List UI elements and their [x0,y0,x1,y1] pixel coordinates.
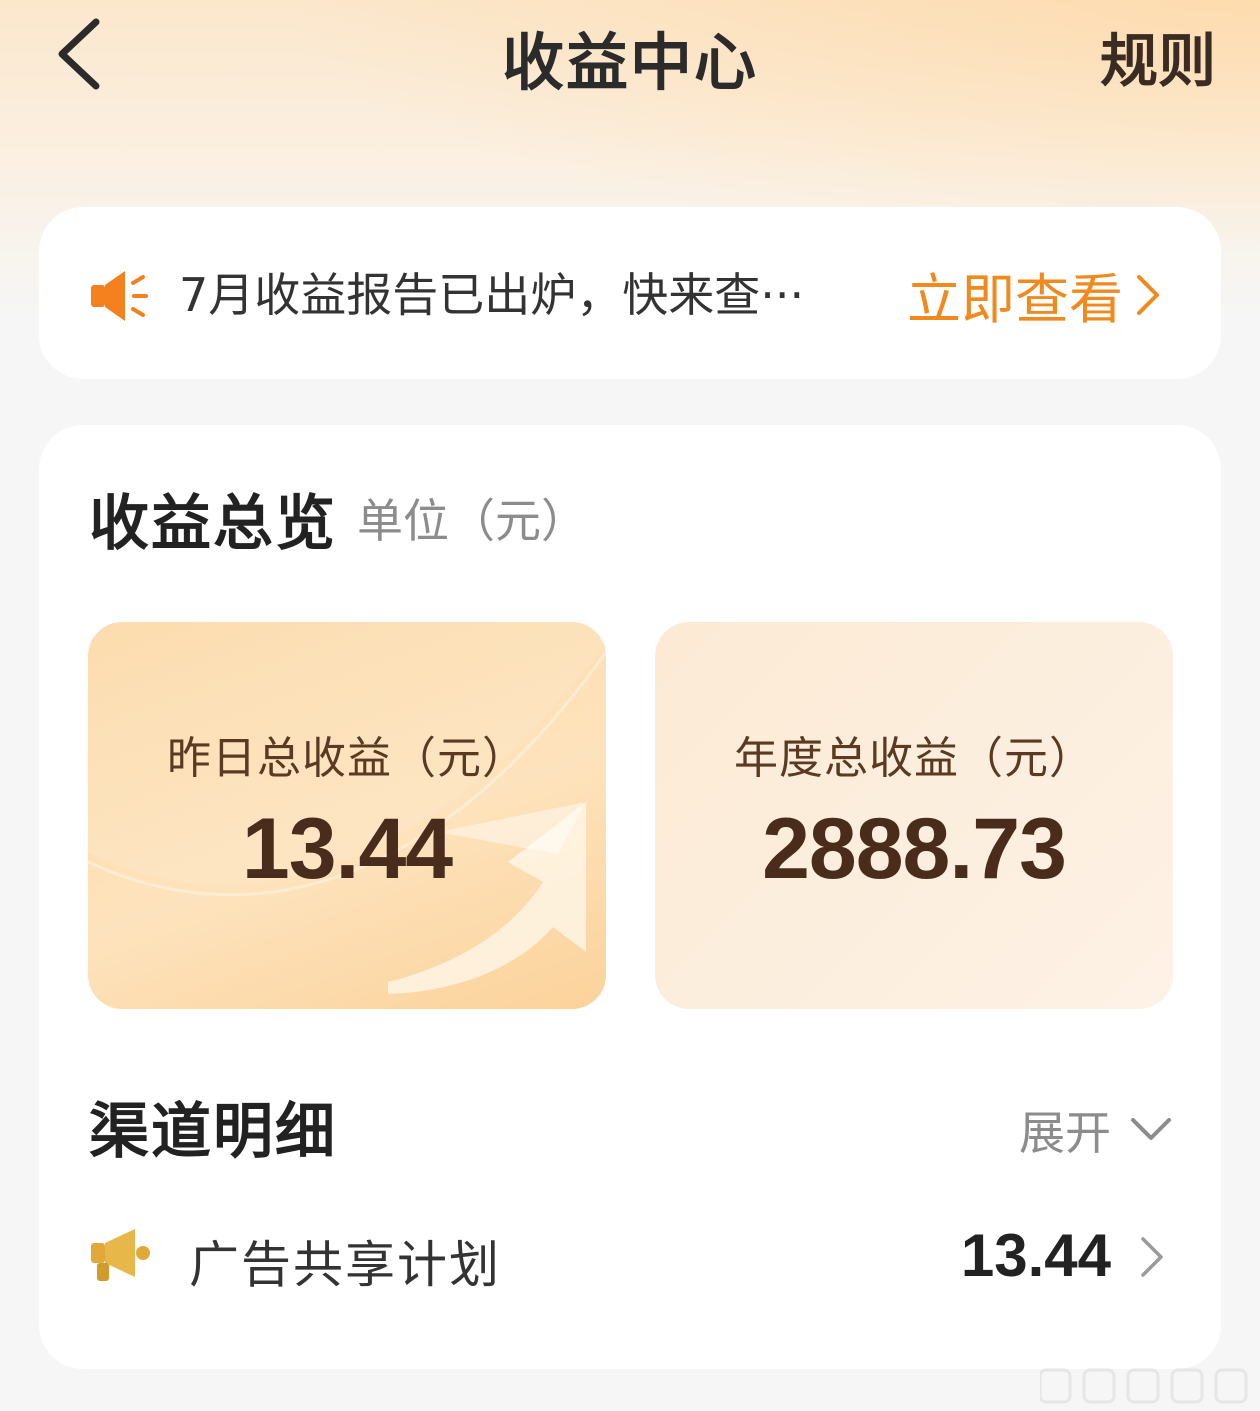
expand-button[interactable]: 展开 [1019,1097,1173,1163]
channel-details-title: 渠道明细 [89,1097,337,1167]
channel-name: 广告共享计划 [189,1236,501,1294]
rules-link[interactable]: 规则 [1100,14,1216,98]
chevron-down-icon [1131,1118,1171,1140]
header: 收益中心 规则 [0,0,1260,110]
expand-label: 展开 [1019,1106,1111,1160]
yesterday-earnings-card[interactable]: 昨日总收益（元） 13.44 [88,622,606,1009]
back-button[interactable] [48,14,118,94]
notice-text: 7月收益报告已出炉，快来查··· [179,268,805,322]
page-title: 收益中心 [501,26,758,99]
chevron-right-icon [1137,274,1159,315]
channel-amount: 13.44 [960,1222,1111,1289]
yesterday-earnings-value: 13.44 [241,801,453,897]
annual-earnings-card[interactable]: 年度总收益（元） 2888.73 [655,622,1173,1009]
view-now-button[interactable]: 立即查看 [907,255,1163,334]
annual-earnings-value: 2888.73 [762,801,1067,897]
chevron-left-icon [58,18,100,90]
overview-title: 收益总览 [89,489,337,559]
view-now-label: 立即查看 [907,268,1123,331]
unit-label: 单位（元） [357,494,587,548]
earnings-overview-card: 收益总览 单位（元） 昨日总收益（元） 13.44 年度总收益（元） 2888.… [39,425,1221,1369]
megaphone-icon [91,271,148,321]
chevron-right-icon [1141,1237,1163,1277]
watermark-decoration [1040,1368,1248,1404]
annual-earnings-label: 年度总收益（元） [734,733,1094,784]
yesterday-earnings-label: 昨日总收益（元） [167,733,527,784]
ad-megaphone-icon [91,1229,150,1281]
notice-banner: 7月收益报告已出炉，快来查··· 立即查看 [39,207,1221,379]
channel-row-ad-sharing[interactable]: 广告共享计划 13.44 [39,1205,1221,1305]
